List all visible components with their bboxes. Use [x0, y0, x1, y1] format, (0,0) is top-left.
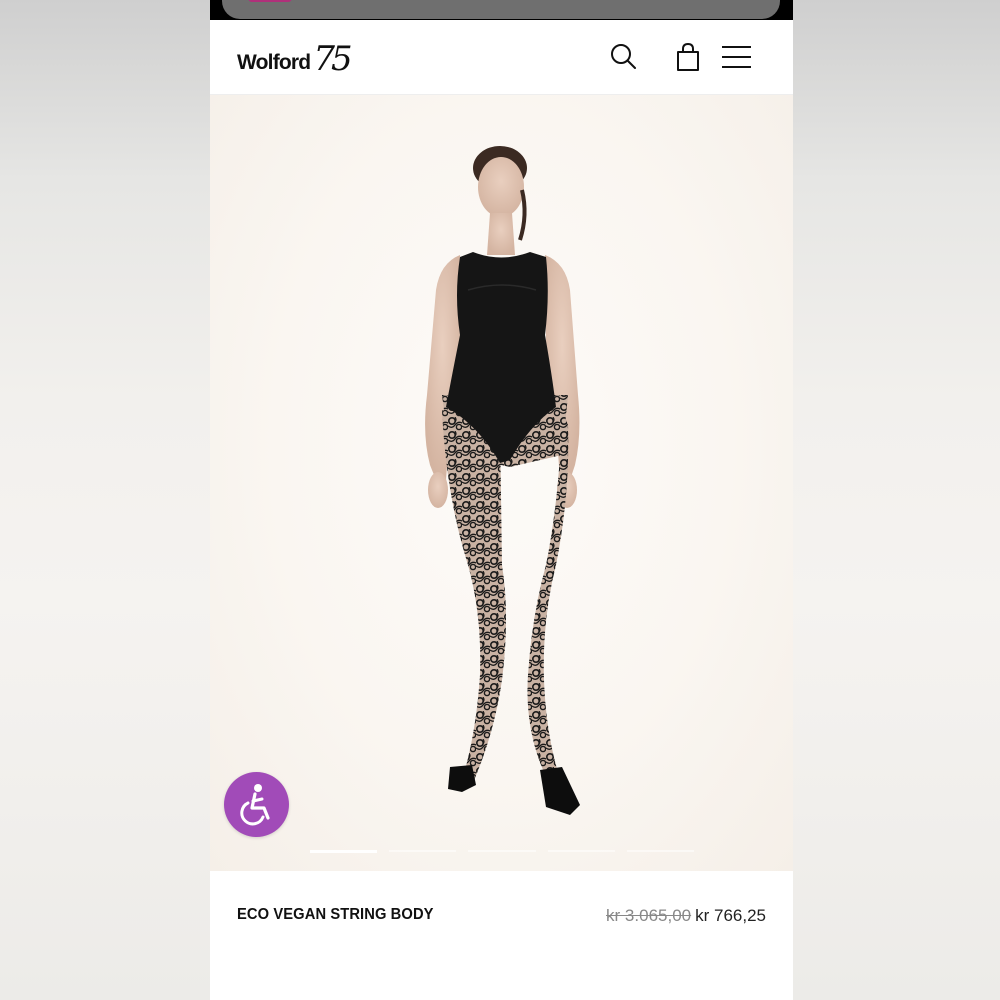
gallery-dot[interactable] — [310, 850, 378, 853]
phone-screen: Wolford 75 ECO VEGAN STRING BODY kr 3.06… — [210, 0, 793, 1000]
cart-button[interactable] — [671, 40, 705, 74]
gallery-pagination — [310, 850, 695, 853]
wheelchair-accessibility-icon — [240, 784, 270, 826]
product-info: ECO VEGAN STRING BODY kr 3.065,00 kr 766,… — [210, 871, 793, 1000]
status-bar — [210, 0, 793, 20]
product-price: kr 3.065,00 kr 766,25 — [606, 906, 766, 926]
left-background-blur — [0, 0, 210, 1000]
hamburger-menu-icon — [722, 46, 751, 68]
sale-price: kr 766,25 — [695, 906, 766, 925]
original-price: kr 3.065,00 — [606, 906, 692, 925]
shopping-bag-icon — [677, 42, 699, 71]
gallery-dot[interactable] — [389, 850, 457, 852]
logo-wordmark: Wolford — [237, 51, 311, 74]
logo-anniversary-number: 75 — [313, 39, 352, 79]
product-image-gallery[interactable] — [210, 95, 793, 871]
menu-button[interactable] — [719, 40, 753, 74]
gallery-dot[interactable] — [547, 850, 615, 852]
gallery-dot[interactable] — [468, 850, 536, 852]
notification-pill — [222, 0, 780, 19]
gallery-dot[interactable] — [626, 850, 695, 852]
model-photo — [425, 146, 580, 815]
search-icon — [611, 44, 636, 69]
product-name[interactable]: ECO VEGAN STRING BODY — [237, 906, 434, 924]
notification-dot — [248, 0, 292, 2]
search-button[interactable] — [607, 40, 641, 74]
brand-logo[interactable]: Wolford 75 — [237, 39, 353, 79]
right-background-blur — [793, 0, 1000, 1000]
site-header: Wolford 75 — [210, 20, 793, 95]
accessibility-button[interactable] — [224, 772, 289, 837]
